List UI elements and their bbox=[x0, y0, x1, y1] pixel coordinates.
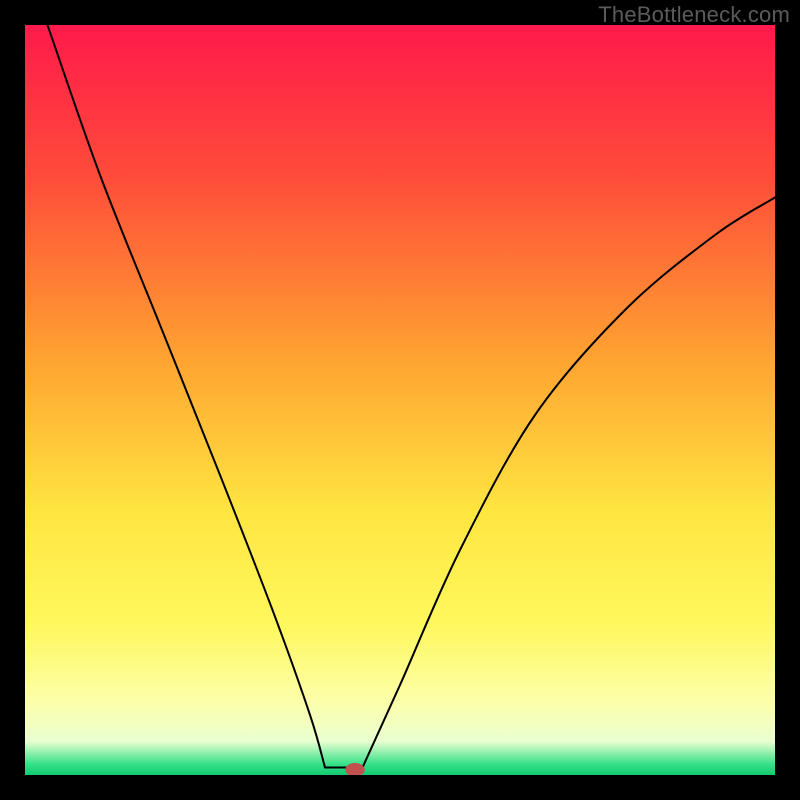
bottleneck-chart bbox=[25, 25, 775, 775]
chart-frame: TheBottleneck.com bbox=[0, 0, 800, 800]
gradient-background bbox=[25, 25, 775, 775]
